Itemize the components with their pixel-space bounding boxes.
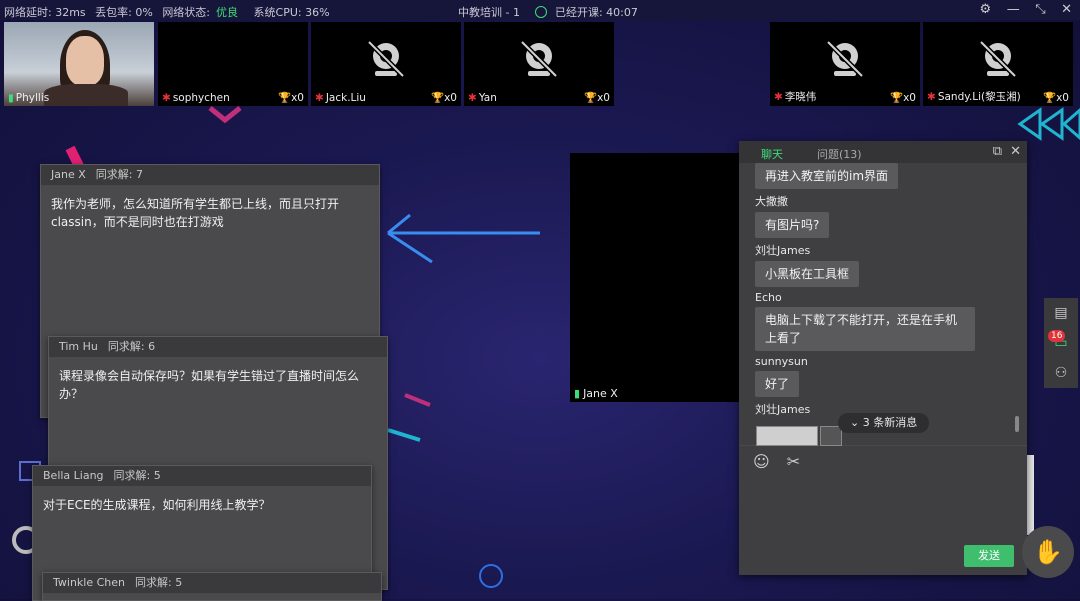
chat-messages[interactable]: 再进入教室前的im界面 大撒撒有图片吗? 刘壮James 小黑板在工具框 Echo… — [739, 163, 1021, 433]
mic-muted-icon: ✱ — [927, 91, 936, 103]
raise-hand-button[interactable]: ✋ — [1022, 526, 1074, 578]
tile-name: 李晓伟 — [784, 91, 817, 103]
trophy-count: x0 — [444, 92, 457, 104]
question-card[interactable]: Twinkle Chen 同求解: 5 — [42, 572, 382, 601]
new-messages-pill[interactable]: ⌄ 3 条新消息 — [838, 413, 930, 433]
list-item: 大撒撒有图片吗? — [755, 193, 1021, 238]
chat-panel: 聊天 问题(13) ⧉ ✕ 再进入教室前的im界面 大撒撒有图片吗? 刘壮Jame… — [739, 141, 1027, 575]
latency-text: 网络延时: 32ms — [4, 6, 86, 19]
message-bubble: 电脑上下载了不能打开，还是在手机上看了 — [755, 307, 975, 351]
question-author: Tim Hu — [59, 340, 98, 353]
question-count: 同求解: 5 — [135, 576, 183, 589]
packet-loss-text: 丢包率: 0% — [95, 6, 153, 19]
emoji-icon[interactable]: ☺ — [753, 452, 770, 471]
video-name: Jane X — [583, 387, 618, 400]
notes-tool-button[interactable]: ▤ — [1044, 298, 1078, 328]
question-count: 同求解: 7 — [95, 168, 143, 181]
message-bubble: 好了 — [755, 371, 800, 397]
message-author: Echo — [755, 291, 782, 304]
hand-icon: ✋ — [1033, 538, 1063, 566]
tab-questions[interactable]: 问题(13) — [817, 146, 862, 162]
mic-muted-icon: ✱ — [468, 92, 477, 104]
status-bar: 网络延时: 32ms 丢包率: 0% 网络状态: 优良 系统CPU: 36% 中教… — [0, 0, 1080, 20]
send-button[interactable]: 发送 — [964, 545, 1014, 567]
notes-icon: ▤ — [1054, 305, 1068, 321]
list-item: 再进入教室前的im界面 — [755, 163, 1021, 189]
trophy-count: x0 — [291, 92, 304, 104]
chat-tabs: 聊天 问题(13) ⧉ ✕ — [739, 141, 1027, 163]
users-icon: ⚇ — [1054, 365, 1068, 381]
list-item: sunnysun 好了 — [755, 355, 1021, 397]
message-bubble: 小黑板在工具框 — [755, 261, 860, 287]
tab-chat[interactable]: 聊天 — [761, 146, 783, 162]
class-title: 中教培训 - 1 — [458, 6, 520, 19]
clock-icon — [535, 6, 548, 18]
scissors-icon[interactable]: ✂ — [787, 452, 800, 471]
network-label: 网络状态: — [162, 6, 211, 19]
question-author: Bella Liang — [43, 469, 104, 482]
trophy-icon: 🏆x0 — [584, 92, 610, 104]
camera-off-icon — [367, 40, 405, 78]
minimize-icon[interactable]: — — [1007, 2, 1020, 17]
mic-muted-icon: ✱ — [774, 91, 783, 103]
trophy-count: x0 — [597, 92, 610, 104]
question-count: 同求解: 5 — [113, 469, 161, 482]
popout-icon[interactable]: ⧉ — [993, 144, 1002, 159]
video-tile[interactable]: ✱ Jack.Liu 🏆x0 — [311, 22, 461, 106]
members-tool-button[interactable]: ⚇ — [1044, 358, 1078, 388]
message-bubble: 再进入教室前的im界面 — [755, 163, 899, 189]
video-tile[interactable]: ✱ sophychen 🏆x0 — [158, 22, 308, 106]
video-tile[interactable]: ✱ Yan 🏆x0 — [464, 22, 614, 106]
message-author: 大撒撒 — [755, 195, 788, 208]
image-thumbnail[interactable] — [756, 426, 818, 446]
mic-icon: ▮ — [8, 92, 14, 104]
tile-name: Yan — [478, 92, 497, 104]
cpu-text: 系统CPU: 36% — [253, 6, 330, 19]
question-count: 同求解: 6 — [107, 340, 156, 353]
trophy-icon: 🏆x0 — [431, 92, 457, 104]
message-bubble: 有图片吗? — [755, 212, 830, 238]
floating-video[interactable]: ▮ Jane X — [570, 153, 742, 402]
list-item: 刘壮James 小黑板在工具框 — [755, 242, 1021, 287]
question-text: 课程录像会自动保存吗？如果有学生错过了直播时间怎么办？ — [59, 369, 360, 401]
settings-icon[interactable]: ⚙ — [980, 2, 992, 17]
question-author: Twinkle Chen — [53, 576, 126, 589]
chevron-down-icon: ⌄ — [850, 416, 860, 429]
trophy-icon: 🏆x0 — [890, 92, 916, 104]
video-tile-teacher[interactable]: ▮ Phyllis — [4, 22, 154, 106]
unread-badge: 16 — [1048, 330, 1066, 342]
tile-name: Phyllis — [15, 92, 50, 104]
elapsed-time: 已经开课: 40:07 — [554, 6, 638, 19]
mic-icon: ▮ — [574, 387, 581, 400]
video-tile[interactable]: ✱ Sandy.Li(黎玉湘) 🏆x0 — [923, 22, 1073, 106]
message-author: 刘壮James — [755, 244, 811, 257]
message-author: sunnysun — [755, 355, 808, 368]
camera-off-icon — [520, 40, 558, 78]
tile-name: sophychen — [172, 92, 230, 104]
camera-off-icon — [979, 40, 1017, 78]
close-icon[interactable]: ✕ — [1061, 2, 1072, 17]
restore-icon[interactable]: ⤡ — [1035, 2, 1045, 17]
question-text: 对于ECE的生成课程，如何利用线上教学？ — [43, 498, 271, 512]
network-status-value: 优良 — [216, 6, 239, 19]
tile-name: Sandy.Li(黎玉湘) — [937, 91, 1021, 103]
trophy-count: x0 — [903, 92, 916, 104]
tile-name: Jack.Liu — [325, 92, 366, 104]
video-tile[interactable]: ✱ 李晓伟 🏆x0 — [770, 22, 920, 106]
trophy-count: x0 — [1056, 92, 1069, 104]
question-text: 我作为老师，怎么知道所有学生都已上线，而且只打开classin，而不是同时也在打… — [51, 197, 340, 229]
close-icon[interactable]: ✕ — [1010, 144, 1021, 159]
annotation-arrow — [387, 213, 540, 264]
image-thumbnail[interactable] — [820, 426, 842, 446]
mic-muted-icon: ✱ — [315, 92, 324, 104]
trophy-icon: 🏆x0 — [278, 92, 304, 104]
mic-muted-icon: ✱ — [162, 92, 171, 104]
trophy-icon: 🏆x0 — [1043, 92, 1069, 104]
question-author: Jane X — [51, 168, 86, 181]
scrollbar[interactable] — [1015, 416, 1019, 432]
list-item: Echo 电脑上下载了不能打开，还是在手机上看了 — [755, 291, 1021, 351]
camera-off-icon — [826, 40, 864, 78]
new-messages-text: 3 条新消息 — [862, 416, 918, 429]
